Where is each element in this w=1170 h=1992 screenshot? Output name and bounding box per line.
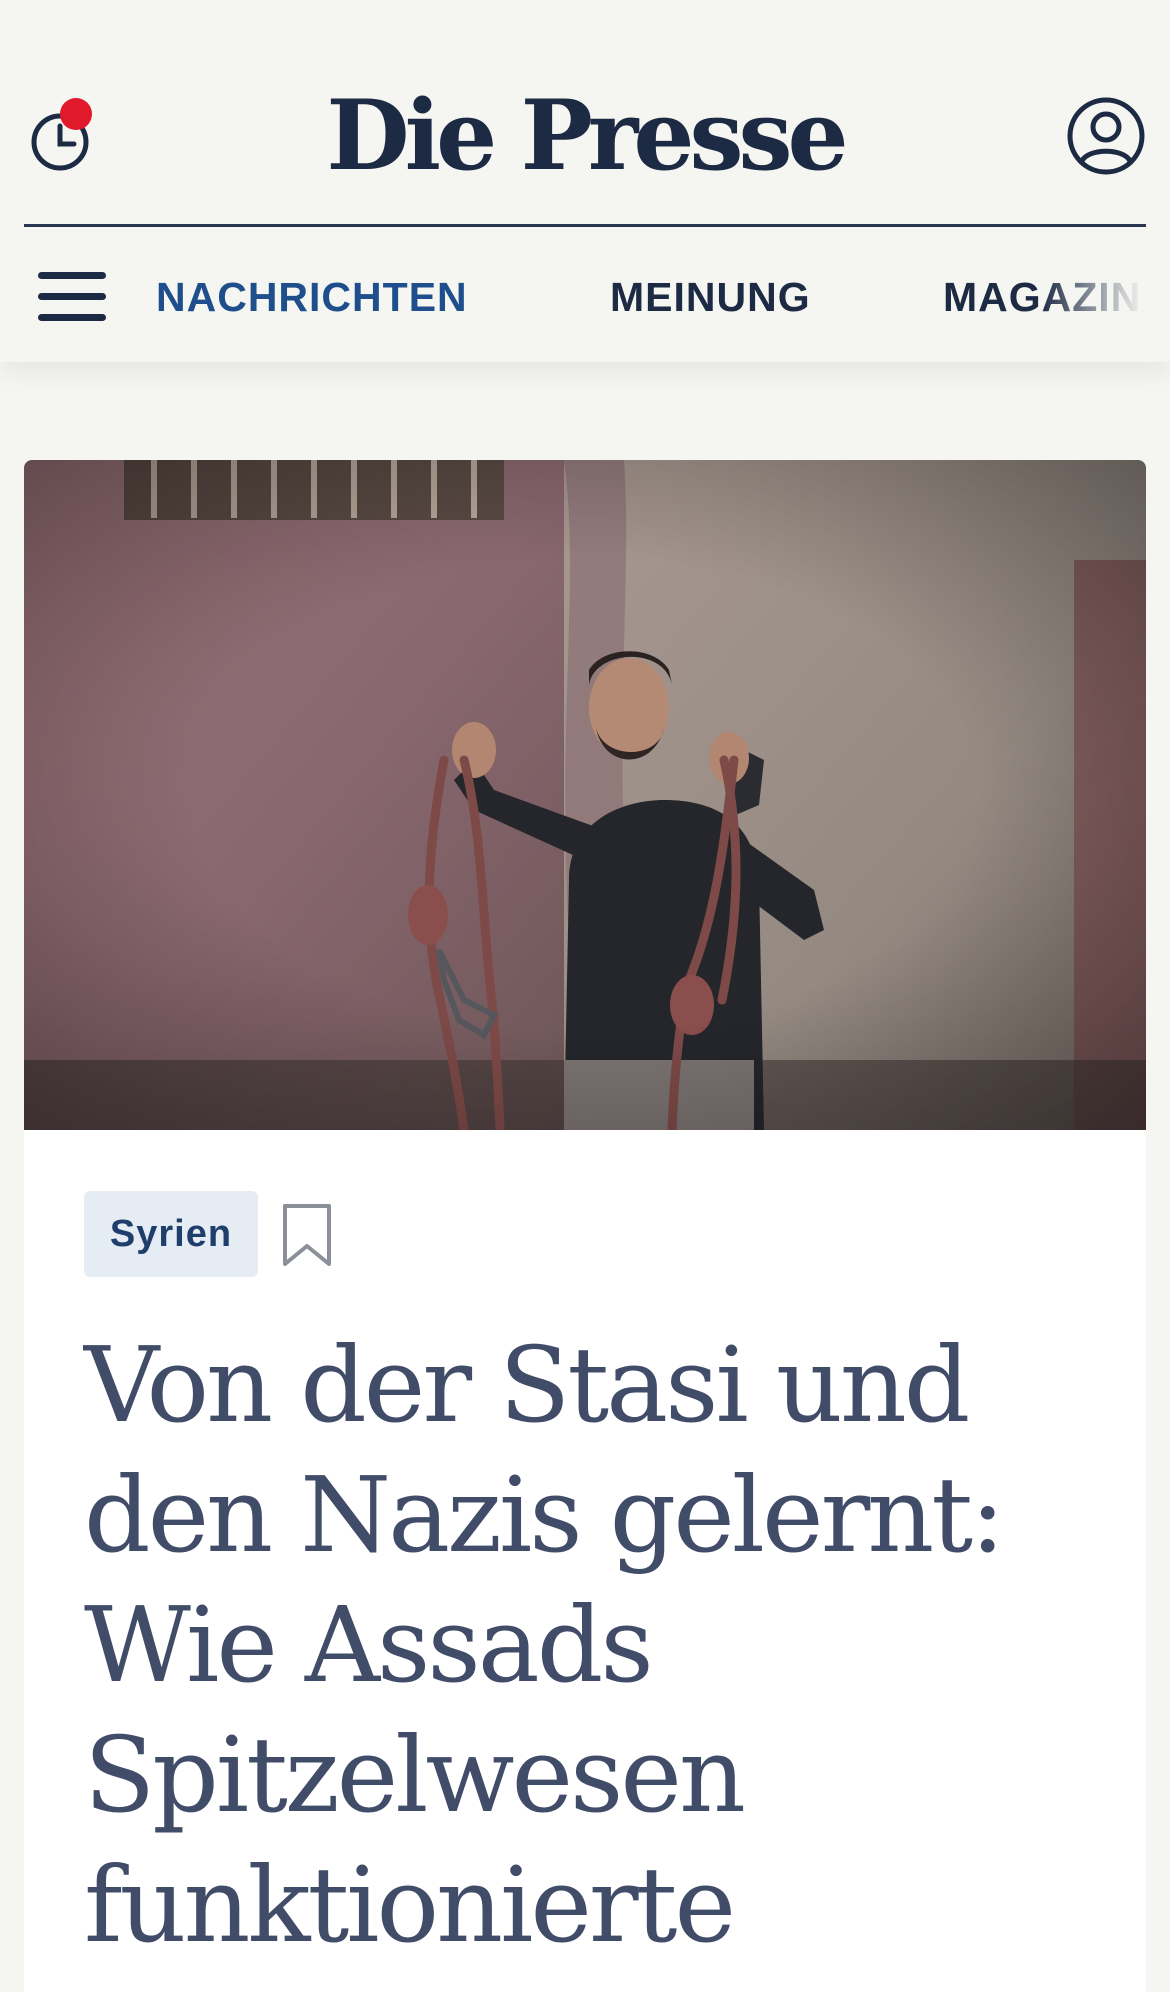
topic-tag-syrien[interactable]: Syrien xyxy=(84,1191,258,1277)
account-button[interactable] xyxy=(1066,96,1146,176)
site-logo[interactable]: Die Presse xyxy=(0,80,1170,192)
user-circle-icon xyxy=(1067,97,1145,175)
article-headline[interactable]: Von der Stasi und den Nazis gelernt: Wie… xyxy=(84,1320,1084,1970)
bookmark-icon xyxy=(283,1204,331,1266)
nav-item-nachrichten[interactable]: NACHRICHTEN xyxy=(156,272,468,322)
hamburger-menu-icon[interactable] xyxy=(38,272,106,326)
nav-item-meinung[interactable]: MEINUNG xyxy=(610,272,811,322)
site-header: Die Presse NACHRICHTEN MEINUNG MAGAZIN xyxy=(0,0,1170,362)
article-card[interactable]: Syrien Von der Stasi und den Nazis geler… xyxy=(24,460,1146,1992)
header-divider xyxy=(24,224,1146,227)
nav-scroll-fade xyxy=(1040,228,1170,362)
article-hero-image[interactable] xyxy=(24,460,1146,1130)
bookmark-button[interactable] xyxy=(280,1202,334,1268)
main-navigation: NACHRICHTEN MEINUNG MAGAZIN xyxy=(0,228,1170,362)
